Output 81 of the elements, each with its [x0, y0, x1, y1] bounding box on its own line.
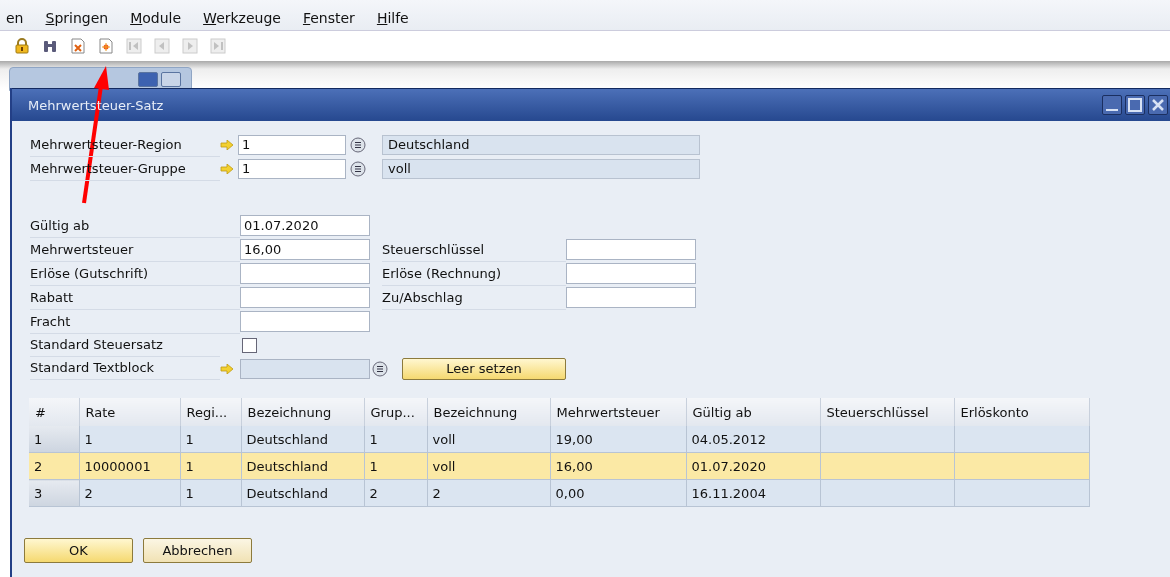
column-header[interactable]: Gültig ab	[686, 398, 820, 426]
clear-button[interactable]: Leer setzen	[402, 357, 566, 380]
menu-item[interactable]: Springen	[34, 10, 120, 26]
field-label: Standard Textblock	[30, 357, 220, 380]
lock-icon[interactable]	[14, 38, 30, 54]
table-cell: 1	[364, 426, 427, 453]
table-cell: 04.05.2012	[686, 426, 820, 453]
table-cell: 2	[79, 479, 180, 507]
list-icon[interactable]	[350, 161, 366, 177]
field-label: Steuerschlüssel	[382, 239, 566, 262]
link-arrow-icon[interactable]	[220, 363, 234, 374]
table-cell: 1	[180, 426, 241, 453]
field-label: Fracht	[30, 311, 240, 334]
column-header[interactable]: Erlöskonto	[954, 398, 1089, 426]
document-cross-icon[interactable]	[70, 38, 86, 54]
menu-item[interactable]: Hilfe	[365, 10, 420, 26]
binoculars-icon[interactable]	[42, 38, 58, 54]
input-field[interactable]: 16,00	[240, 239, 370, 260]
input-field[interactable]: 1	[238, 159, 346, 179]
column-header[interactable]: Steuerschlüssel	[820, 398, 954, 426]
table-cell: 2	[427, 479, 550, 507]
input-field[interactable]	[240, 287, 370, 308]
input-field[interactable]: 1	[238, 135, 346, 155]
field-label: Gültig ab	[30, 215, 240, 238]
checkbox[interactable]	[242, 338, 257, 353]
table-cell: 10000001	[79, 452, 180, 480]
table-cell: Deutschland	[241, 479, 364, 507]
input-field[interactable]	[240, 311, 370, 332]
field-label: Rabatt	[30, 287, 240, 310]
table-cell: 01.07.2020	[686, 452, 820, 480]
description-field: voll	[382, 159, 700, 179]
menu-item[interactable]: Fenster	[291, 10, 366, 26]
cancel-button[interactable]: Abbrechen	[143, 538, 252, 563]
menu-item[interactable]: Module	[119, 10, 193, 26]
maximize-button[interactable]	[1125, 95, 1145, 115]
field-label: Zu/Abschlag	[382, 287, 566, 310]
input-field[interactable]	[240, 263, 370, 284]
table-cell: Deutschland	[241, 452, 364, 480]
menu-item[interactable]: en	[6, 10, 35, 26]
input-field[interactable]	[566, 287, 696, 308]
row-number: 2	[29, 452, 79, 480]
link-arrow-icon[interactable]	[220, 140, 234, 150]
list-icon[interactable]	[350, 137, 366, 153]
close-button[interactable]	[1148, 95, 1168, 115]
table-cell: 0,00	[550, 479, 686, 507]
column-header[interactable]: #	[29, 398, 79, 426]
table-row[interactable]: 3 2 1 Deutschland 2 2 0,00 16.11.2004	[29, 479, 1089, 507]
list-icon[interactable]	[372, 360, 388, 377]
row-number: 1	[29, 426, 79, 453]
table-row[interactable]: 1 1 1 Deutschland 1 voll 19,00 04.05.2012	[29, 426, 1089, 453]
column-header[interactable]: Mehrwertsteuer	[550, 398, 686, 426]
table-cell: 16.11.2004	[686, 479, 820, 507]
column-header[interactable]: Bezeichnung	[427, 398, 550, 426]
table-cell: Deutschland	[241, 426, 364, 453]
input-field[interactable]	[566, 263, 696, 284]
maximize-icon	[1126, 96, 1144, 114]
column-header[interactable]: Regi...	[180, 398, 241, 426]
input-field[interactable]	[240, 358, 370, 379]
table-cell: voll	[427, 426, 550, 453]
table-cell: 1	[79, 426, 180, 453]
field-label: Erlöse (Gutschrift)	[30, 263, 240, 286]
ok-button[interactable]: OK	[24, 538, 133, 563]
field-label: Mehrwertsteuer	[30, 239, 240, 262]
field-label: Erlöse (Rechnung)	[382, 263, 566, 286]
minimize-button[interactable]	[1102, 95, 1122, 115]
row-number: 3	[29, 479, 79, 507]
minimize-icon	[1106, 109, 1118, 111]
table-row[interactable]: 2 10000001 1 Deutschland 1 voll 16,00 01.07.2020	[29, 452, 1089, 480]
document-star-icon[interactable]	[98, 38, 114, 54]
field-label: Standard Steuersatz	[30, 334, 220, 357]
column-header[interactable]: Rate	[79, 398, 180, 426]
description-field: Deutschland	[382, 135, 700, 155]
menu-item[interactable]: Werkzeuge	[192, 10, 292, 26]
table-cell: 16,00	[550, 452, 686, 480]
input-field[interactable]: 01.07.2020	[240, 215, 370, 236]
input-field[interactable]	[566, 239, 696, 260]
column-header[interactable]: Bezeichnung	[241, 398, 364, 426]
column-header[interactable]: Grup...	[364, 398, 427, 426]
table-cell: voll	[427, 452, 550, 480]
link-arrow-icon[interactable]	[220, 164, 234, 174]
table-cell: 19,00	[550, 426, 686, 453]
